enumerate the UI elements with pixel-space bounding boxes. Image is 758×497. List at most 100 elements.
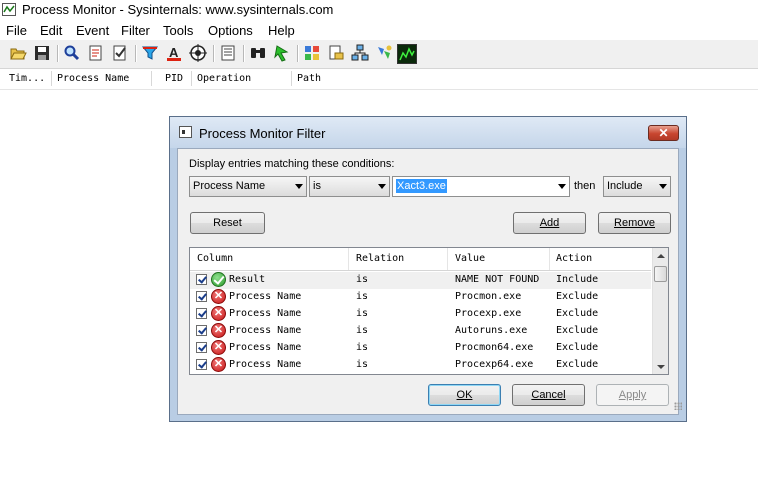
dialog-title: Process Monitor Filter — [199, 126, 326, 141]
row-value: Autoruns.exe — [455, 325, 528, 336]
reset-label: Reset — [213, 217, 242, 229]
row-action: Exclude — [556, 359, 599, 370]
filter-row[interactable]: ✕ Process Name is Autoruns.exe Exclude — [190, 323, 651, 340]
add-button[interactable]: Add — [513, 212, 586, 234]
filter-row[interactable]: ✕ Process Name is Procmon.exe Exclude — [190, 289, 651, 306]
dialog-close-button[interactable]: ✕ — [648, 125, 679, 141]
remove-label: Remove — [614, 217, 655, 229]
row-value: Procexp.exe — [455, 308, 522, 319]
row-action: Exclude — [556, 308, 599, 319]
apply-button: Apply — [596, 384, 669, 406]
chevron-down-icon — [295, 184, 303, 189]
checkbox-checked[interactable] — [196, 342, 207, 353]
checkbox-checked[interactable] — [196, 291, 207, 302]
menu-file[interactable]: File — [6, 23, 27, 38]
svg-text:A: A — [169, 45, 179, 60]
chevron-down-icon — [659, 184, 667, 189]
include-check-icon — [211, 272, 226, 287]
relation-select[interactable]: is — [309, 176, 390, 197]
profiling-icon[interactable] — [397, 44, 417, 64]
column-select[interactable]: Process Name — [189, 176, 307, 197]
menu-edit[interactable]: Edit — [40, 23, 62, 38]
menu-filter[interactable]: Filter — [121, 23, 150, 38]
column-time[interactable]: Tim... — [9, 73, 45, 84]
filter-list-scrollbar[interactable] — [652, 248, 668, 374]
open-icon[interactable] — [9, 44, 27, 62]
save-icon[interactable] — [33, 44, 51, 62]
exclude-x-icon: ✕ — [211, 340, 226, 355]
list-header-relation[interactable]: Relation — [356, 253, 404, 264]
row-relation: is — [356, 291, 369, 302]
conditions-prompt: Display entries matching these condition… — [189, 158, 395, 170]
checkbox-checked[interactable] — [196, 325, 207, 336]
ok-button[interactable]: OK — [428, 384, 501, 406]
filter-row[interactable]: Result is NAME NOT FOUND Include — [190, 272, 651, 289]
chevron-down-icon[interactable] — [558, 184, 566, 189]
column-process-name[interactable]: Process Name — [57, 73, 129, 84]
network-icon[interactable] — [351, 44, 369, 62]
relation-select-value: is — [313, 180, 321, 192]
find-icon[interactable] — [249, 44, 267, 62]
row-column: Process Name — [229, 308, 302, 319]
row-column: Process Name — [229, 291, 302, 302]
target-icon[interactable] — [189, 44, 207, 62]
value-combo-input[interactable]: Xact3.exe — [392, 176, 570, 197]
add-label: Add — [539, 217, 560, 229]
capture-icon[interactable] — [87, 44, 105, 62]
filter-row[interactable]: ✕ Process Name is Procexp64.exe Exclude — [190, 357, 651, 374]
highlight-icon[interactable]: A — [165, 44, 183, 62]
scroll-up-icon[interactable] — [657, 254, 665, 258]
filter-list[interactable]: Column Relation Value Action Result is N… — [189, 247, 669, 375]
row-action: Exclude — [556, 325, 599, 336]
list-header-action[interactable]: Action — [556, 253, 592, 264]
filesystem-icon[interactable] — [327, 44, 345, 62]
menu-options[interactable]: Options — [208, 23, 253, 38]
remove-button[interactable]: Remove — [598, 212, 671, 234]
cancel-button[interactable]: Cancel — [512, 384, 585, 406]
autoscroll-icon[interactable] — [111, 44, 129, 62]
scroll-down-icon[interactable] — [657, 365, 665, 369]
row-relation: is — [356, 274, 369, 285]
toolbar: A — [0, 40, 758, 69]
properties-icon[interactable] — [219, 44, 237, 62]
list-header-column[interactable]: Column — [197, 253, 233, 264]
registry-icon[interactable] — [303, 44, 321, 62]
close-icon: ✕ — [658, 126, 669, 140]
row-column: Result — [229, 274, 266, 285]
column-path[interactable]: Path — [297, 73, 321, 84]
checkbox-checked[interactable] — [196, 274, 207, 285]
jump-icon[interactable] — [273, 44, 291, 62]
reset-button[interactable]: Reset — [190, 212, 265, 234]
column-operation[interactable]: Operation — [197, 73, 251, 84]
procmon-app-icon — [2, 3, 16, 16]
menu-help[interactable]: Help — [268, 23, 295, 38]
window-titlebar: Process Monitor - Sysinternals: www.sysi… — [0, 0, 758, 20]
action-select[interactable]: Include — [603, 176, 671, 197]
filter-icon[interactable] — [141, 44, 159, 62]
checkbox-checked[interactable] — [196, 308, 207, 319]
column-select-value: Process Name — [193, 180, 266, 192]
magnify-icon[interactable] — [63, 44, 81, 62]
menu-tools[interactable]: Tools — [163, 23, 193, 38]
menu-bar: File Edit Event Filter Tools Options Hel… — [0, 20, 758, 40]
filter-row[interactable]: ✕ Process Name is Procexp.exe Exclude — [190, 306, 651, 323]
then-label: then — [574, 180, 596, 192]
checkbox-checked[interactable] — [196, 359, 207, 370]
ok-label: OK — [456, 389, 473, 401]
row-action: Exclude — [556, 291, 599, 302]
resize-grip-icon[interactable] — [674, 402, 682, 410]
value-input-text: Xact3.exe — [396, 179, 447, 193]
filter-row[interactable]: ✕ Process Name is Procmon64.exe Exclude — [190, 340, 651, 357]
menu-event[interactable]: Event — [76, 23, 109, 38]
list-header-value[interactable]: Value — [455, 253, 485, 264]
row-column: Process Name — [229, 342, 302, 353]
row-value: NAME NOT FOUND — [455, 274, 540, 285]
column-pid[interactable]: PID — [165, 73, 183, 84]
dialog-titlebar[interactable]: Process Monitor Filter ✕ — [170, 117, 686, 148]
action-select-value: Include — [607, 180, 643, 192]
process-thread-icon[interactable] — [375, 44, 393, 62]
row-value: Procmon.exe — [455, 291, 522, 302]
scroll-thumb[interactable] — [654, 266, 667, 282]
events-column-header: Tim... Process Name PID Operation Path — [0, 69, 758, 90]
row-column: Process Name — [229, 359, 302, 370]
